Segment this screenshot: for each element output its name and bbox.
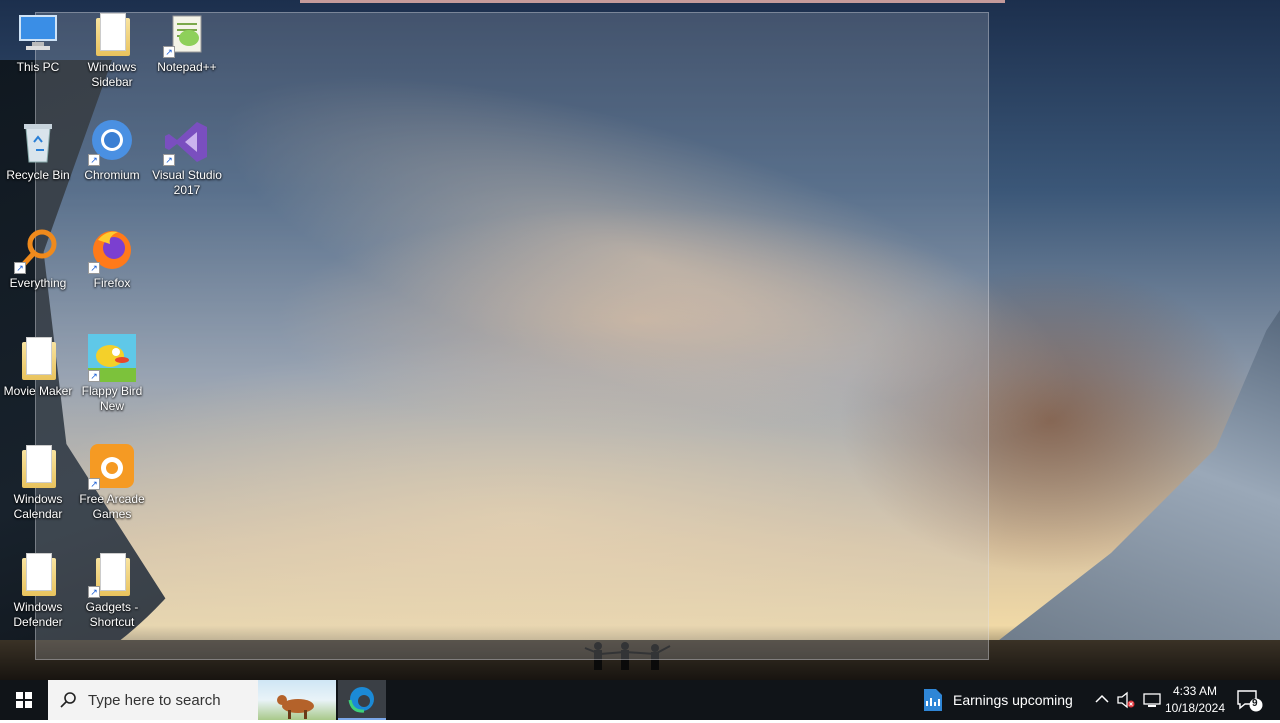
desktop-icon-label: Free Arcade Games (79, 492, 145, 521)
window-edge-line (300, 0, 1005, 3)
shortcut-arrow-icon: ↗ (88, 370, 100, 382)
desktop-icon-firefox[interactable]: ↗ Firefox (74, 226, 150, 291)
monitor-icon (14, 10, 62, 58)
shortcut-arrow-icon: ↗ (88, 478, 100, 490)
shortcut-arrow-icon: ↗ (14, 262, 26, 274)
desktop-icon-label: Firefox (93, 276, 131, 290)
firefox-icon: ↗ (88, 226, 136, 274)
desktop-icon-label: This PC (16, 60, 60, 74)
network-icon[interactable] (1142, 690, 1162, 710)
chromium-icon: ↗ (88, 118, 136, 166)
desktop-icon-label: Recycle Bin (6, 168, 70, 182)
clock-time: 4:33 AM (1172, 684, 1218, 698)
document-chart-icon (924, 689, 942, 711)
action-center-button[interactable]: 9 (1234, 688, 1264, 712)
folder-icon (14, 550, 62, 598)
shortcut-arrow-icon: ↗ (88, 586, 100, 598)
search-box[interactable]: Type here to search (48, 680, 336, 720)
folder-icon (14, 334, 62, 382)
desktop-icon-notepad-plus-plus[interactable]: ↗ Notepad++ (149, 10, 225, 75)
desktop-icon-gadgets-shortcut[interactable]: ↗ Gadgets - Shortcut (74, 550, 150, 630)
desktop-icon-everything[interactable]: ↗ Everything (0, 226, 76, 291)
desktop-icon-windows-sidebar[interactable]: Windows Sidebar (74, 10, 150, 90)
desktop-icon-label: Movie Maker (3, 384, 73, 398)
windows-logo-icon (16, 692, 32, 708)
shortcut-arrow-icon: ↗ (163, 154, 175, 166)
news-widget[interactable]: Earnings upcoming (918, 680, 1088, 720)
arcade-games-icon: ↗ (88, 442, 136, 490)
everything-search-icon: ↗ (14, 226, 62, 274)
selection-rectangle (35, 12, 989, 660)
folder-icon: ↗ (88, 550, 136, 598)
desktop-icon-this-pc[interactable]: This PC (0, 10, 76, 75)
desktop-icon-movie-maker[interactable]: Movie Maker (0, 334, 76, 399)
shortcut-arrow-icon: ↗ (88, 154, 100, 166)
desktop-icon-windows-calendar[interactable]: Windows Calendar (0, 442, 76, 522)
desktop-icon-chromium[interactable]: ↗ Chromium (74, 118, 150, 183)
recycle-bin-icon (14, 118, 62, 166)
desktop-icon-windows-defender[interactable]: Windows Defender (0, 550, 76, 630)
start-button[interactable] (0, 680, 48, 720)
desktop-icon-label: Everything (9, 276, 67, 290)
desktop-icon-label: Visual Studio 2017 (152, 168, 222, 197)
taskbar: Type here to search Earnings upcoming 4:… (0, 680, 1280, 720)
flappy-bird-icon: ↗ (88, 334, 136, 382)
search-placeholder: Type here to search (88, 692, 221, 709)
desktop-icon-free-arcade-games[interactable]: ↗ Free Arcade Games (74, 442, 150, 522)
shortcut-arrow-icon: ↗ (163, 46, 175, 58)
edge-icon (348, 687, 374, 713)
desktop-icon-flappy-bird[interactable]: ↗ Flappy Bird New (74, 334, 150, 414)
desktop-icon-label: Windows Sidebar (87, 60, 137, 89)
desktop-icon-label: Flappy Bird New (81, 384, 143, 413)
taskbar-edge-button[interactable] (338, 680, 386, 720)
notepad-plus-plus-icon: ↗ (163, 10, 211, 58)
clock-date: 10/18/2024 (1164, 701, 1226, 715)
shortcut-arrow-icon: ↗ (88, 262, 100, 274)
chevron-up-icon[interactable] (1094, 690, 1110, 710)
search-highlight-image (258, 680, 336, 720)
desktop-icon-visual-studio-2017[interactable]: ↗ Visual Studio 2017 (149, 118, 225, 198)
visual-studio-icon: ↗ (163, 118, 211, 166)
desktop-icon-label: Windows Calendar (13, 492, 63, 521)
folder-icon (14, 442, 62, 490)
notification-icon (1237, 690, 1263, 712)
desktop-icon-label: Chromium (84, 168, 140, 182)
desktop-icon-label: Gadgets - Shortcut (85, 600, 139, 629)
volume-muted-icon[interactable] (1116, 690, 1136, 710)
desktop-icon-label: Windows Defender (13, 600, 63, 629)
notification-count: 9 (1252, 698, 1258, 709)
search-icon (60, 692, 76, 708)
desktop-icon-recycle-bin[interactable]: Recycle Bin (0, 118, 76, 183)
folder-icon (88, 10, 136, 58)
desktop[interactable]: This PC Recycle Bin ↗ Everything Movie M… (0, 0, 1280, 680)
taskbar-clock[interactable]: 4:33 AM 10/18/2024 (1163, 683, 1227, 717)
widget-label: Earnings upcoming (953, 692, 1073, 708)
desktop-icon-label: Notepad++ (157, 60, 217, 74)
